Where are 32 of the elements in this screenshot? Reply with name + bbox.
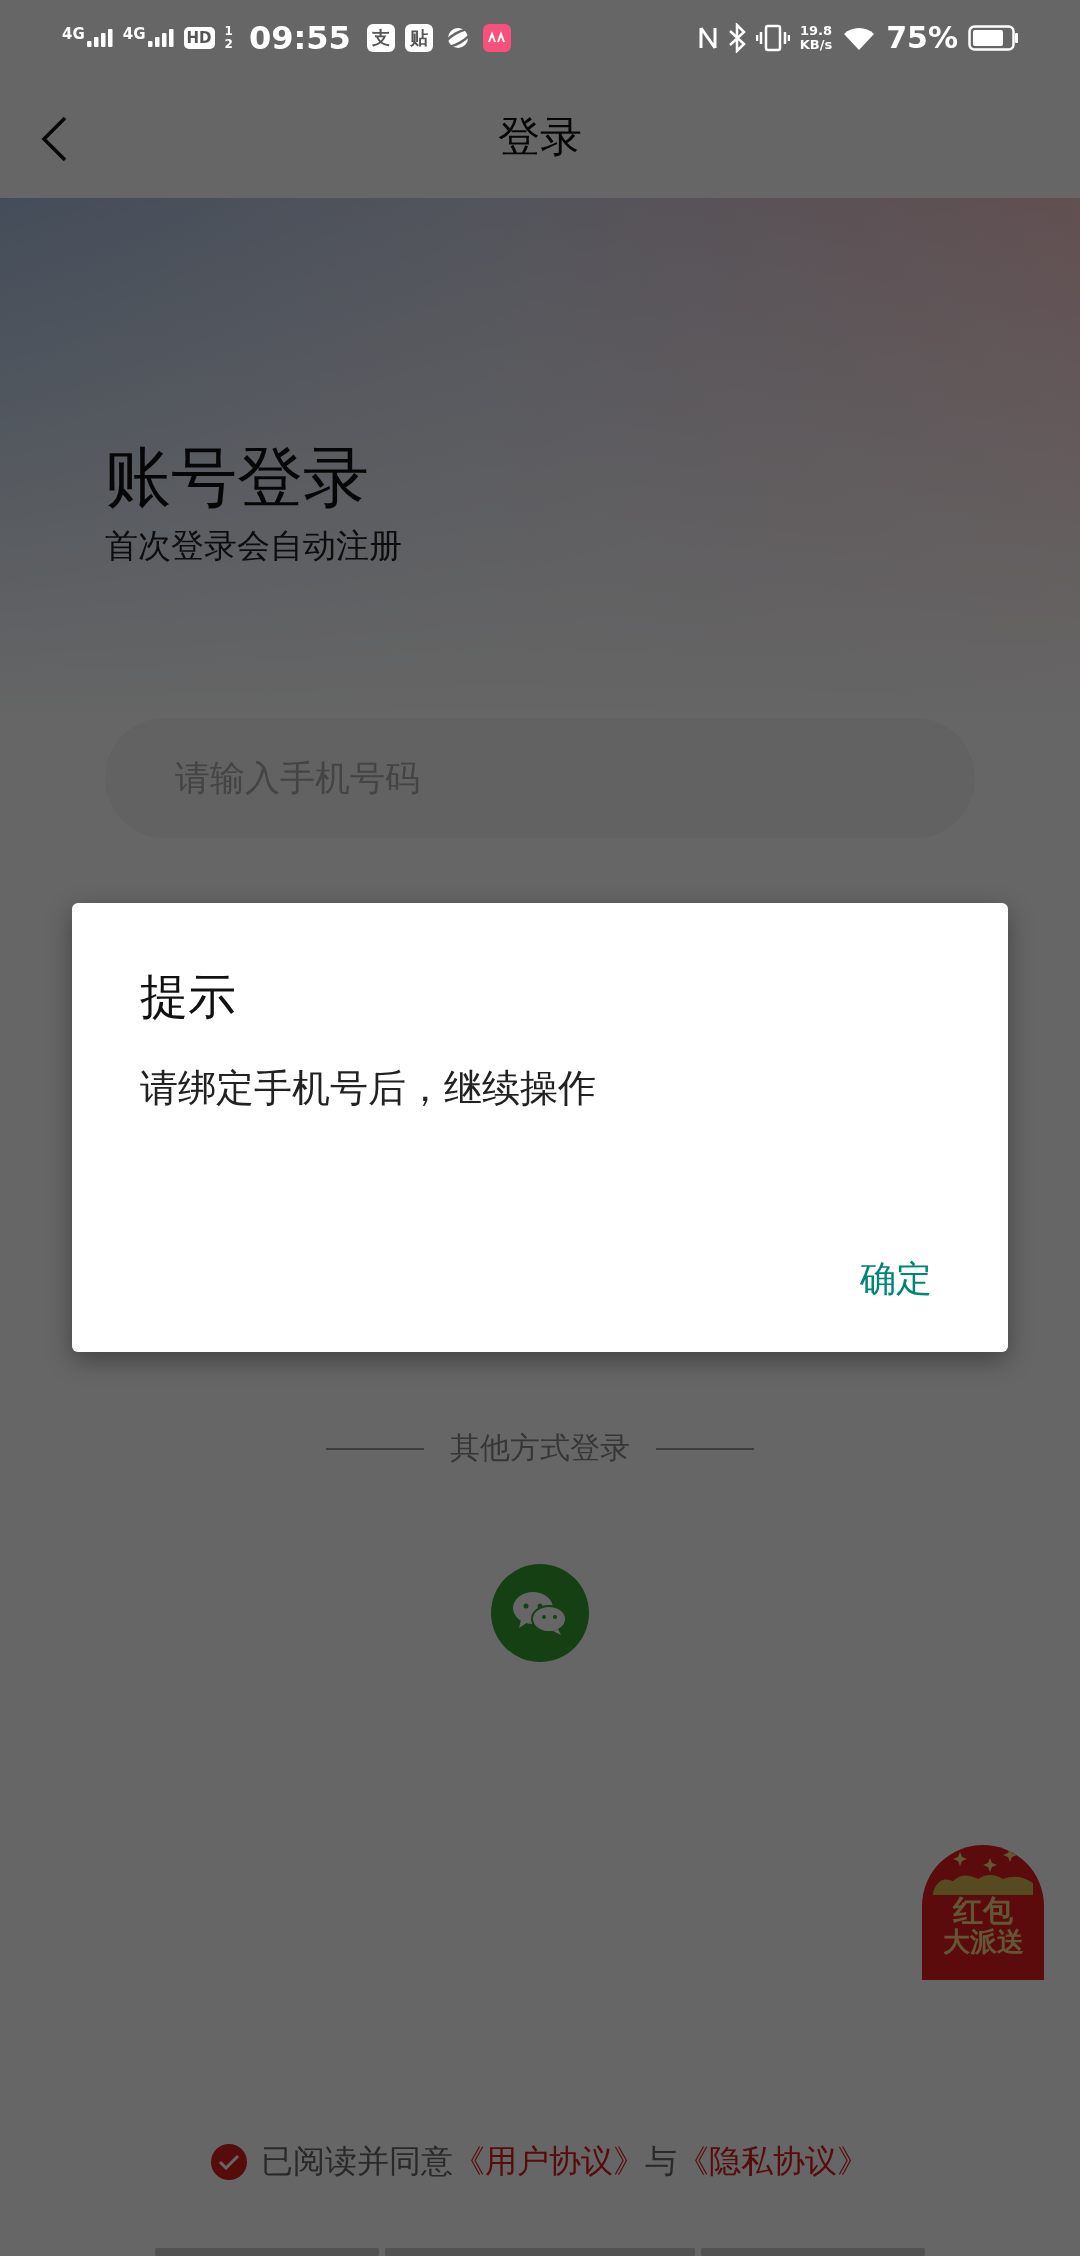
hd-sim-number: 2 [224,37,233,51]
login-subheading: 首次登录会自动注册 [105,525,402,567]
battery-icon [968,24,1020,51]
hd-sim-number: 1 [224,24,233,38]
bluetooth-icon [727,22,746,53]
hd-label: HD [183,26,215,49]
battery-percent: 75% [886,20,958,55]
app-notification-icon: 贴 [404,23,433,52]
network-label: 4G [62,24,85,43]
dialog-message: 请绑定手机号后，继续操作 [140,1065,596,1112]
dialog-title: 提示 [140,967,236,1026]
network-speed-unit: KB/s [799,37,833,52]
promo-text: 大派送 [942,1927,1024,1957]
agreement-link[interactable]: 《用户协议》 [453,2142,645,2180]
page-title: 登录 [498,110,582,163]
promo-badge[interactable]: 红包 大派送 [922,1845,1044,1980]
agreement-link[interactable]: 《隐私协议》 [677,2142,869,2180]
vibrate-icon [755,23,790,52]
network-label: 4G [122,24,146,43]
status-time: 09:55 [248,18,351,57]
app-notification-icon: 支 [366,23,395,52]
app-icon [482,23,511,52]
login-heading: 账号登录 [105,438,369,518]
network-speed: 19.8 [799,23,832,38]
back-icon[interactable] [40,115,68,163]
signal-icon [86,28,113,47]
agreement-checkbox[interactable] [211,2144,247,2180]
check-icon [218,2154,240,2170]
agreement-text: 已阅读并同意《用户协议》与《隐私协议》 [261,2141,869,2182]
signal-icon [147,28,174,47]
promo-text: 红包 [953,1895,1013,1927]
confirm-button[interactable]: 确定 [850,1247,942,1312]
